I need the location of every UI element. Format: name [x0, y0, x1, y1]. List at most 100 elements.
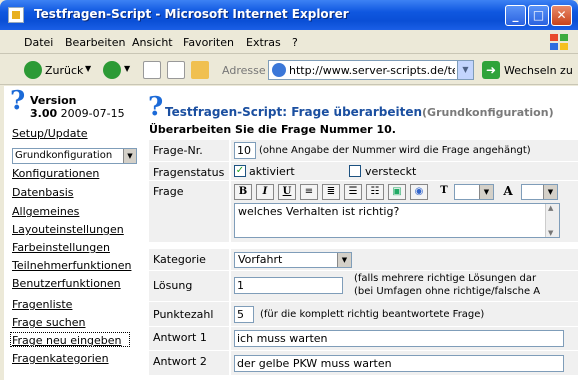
- setup-update-link[interactable]: Setup/Update: [12, 127, 88, 140]
- sidebar-link-benutzerfunktionen[interactable]: Benutzerfunktionen: [12, 277, 121, 290]
- sidebar-link-allgemeines[interactable]: Allgemeines: [12, 205, 79, 218]
- page-title-sub: (Grundkonfiguration): [422, 106, 554, 119]
- chevron-down-icon[interactable]: ▼: [479, 185, 493, 199]
- fragenstatus-label: Fragenstatus: [149, 162, 229, 181]
- forward-dropdown-icon[interactable]: ▼: [124, 64, 130, 73]
- text-color-icon[interactable]: T: [435, 184, 453, 200]
- bold-button[interactable]: B: [234, 184, 252, 200]
- italic-button[interactable]: I: [256, 184, 274, 200]
- chevron-down-icon[interactable]: ▼: [123, 149, 136, 163]
- version-number: 3.00 2009-07-15: [30, 107, 125, 120]
- close-button[interactable]: ✕: [551, 5, 572, 26]
- aktiviert-checkbox[interactable]: ✓: [234, 165, 246, 177]
- bullet-list-icon[interactable]: ☰: [344, 184, 362, 200]
- ie-page-icon: [8, 7, 24, 23]
- frage-text: welches Verhalten ist richtig?: [238, 205, 400, 218]
- image-icon[interactable]: ▣: [388, 184, 406, 200]
- menubar: Datei Bearbeiten Ansicht Favoriten Extra…: [0, 30, 578, 54]
- punktezahl-input[interactable]: 5: [234, 306, 254, 323]
- page-title: Testfragen-Script: Frage überarbeiten(Gr…: [165, 105, 554, 119]
- maximize-button[interactable]: □: [528, 5, 549, 26]
- address-dropdown-icon[interactable]: ▼: [457, 61, 473, 79]
- loesung-input[interactable]: 1: [234, 277, 343, 294]
- address-label: Adresse: [222, 64, 266, 77]
- sidebar-link-konfigurationen[interactable]: Konfigurationen: [12, 167, 99, 180]
- back-dropdown-icon[interactable]: ▼: [85, 64, 91, 73]
- row-frage-nr: Frage-Nr. 10 (ohne Angabe der Nummer wir…: [149, 140, 578, 162]
- row-antwort-2: Antwort 2 der gelbe PKW muss warten: [149, 351, 578, 376]
- align-center-icon[interactable]: ≡: [300, 184, 318, 200]
- link-globe-icon[interactable]: ◉: [410, 184, 428, 200]
- menu-favoriten[interactable]: Favoriten: [183, 36, 234, 49]
- sidebar-link-frage-suchen[interactable]: Frage suchen: [12, 316, 86, 329]
- help-question-icon: ?: [148, 92, 164, 122]
- help-question-icon: ?: [10, 86, 26, 116]
- refresh-icon[interactable]: [167, 61, 185, 79]
- row-frage: Frage B I U ≡ ≣ ☰ ☷ ▣ ◉ T ▼ A ▼ welches …: [149, 181, 578, 243]
- ie-icon: [272, 63, 286, 77]
- kategorie-value: Vorfahrt: [238, 253, 283, 266]
- go-button-label[interactable]: Wechseln zu: [504, 64, 573, 77]
- versteckt-label: versteckt: [365, 165, 417, 178]
- row-fragenstatus: Fragenstatus ✓ aktiviert versteckt: [149, 162, 578, 181]
- window-titlebar: Testfragen-Script - Microsoft Internet E…: [0, 0, 578, 30]
- minimize-button[interactable]: _: [505, 5, 526, 26]
- kategorie-select[interactable]: Vorfahrt ▼: [234, 252, 352, 268]
- font-size-icon[interactable]: A: [499, 184, 517, 200]
- sidebar-link-fragenkategorien[interactable]: Fragenkategorien: [12, 352, 109, 365]
- frage-nr-label: Frage-Nr.: [149, 140, 229, 162]
- forward-arrow-icon[interactable]: [103, 61, 121, 79]
- window-title: Testfragen-Script - Microsoft Internet E…: [34, 7, 349, 21]
- back-arrow-icon[interactable]: [24, 61, 42, 79]
- config-select-value: Grundkonfiguration: [15, 150, 113, 161]
- antwort1-input[interactable]: ich muss warten: [234, 330, 564, 347]
- antwort1-label: Antwort 1: [149, 327, 229, 351]
- loesung-label: Lösung: [149, 271, 229, 302]
- stop-icon[interactable]: [143, 61, 161, 79]
- loesung-hint-2: (bei Umfagen ohne richtige/falsche A: [354, 286, 541, 297]
- address-url[interactable]: http://www.server-scripts.de/te: [289, 64, 455, 77]
- underline-button[interactable]: U: [278, 184, 296, 200]
- font-size-select[interactable]: ▼: [521, 184, 558, 200]
- sidebar-link-datenbasis[interactable]: Datenbasis: [12, 186, 74, 199]
- menu-extras[interactable]: Extras: [246, 36, 281, 49]
- textarea-scrollbar[interactable]: [545, 204, 559, 237]
- menu-ansicht[interactable]: Ansicht: [132, 36, 173, 49]
- address-bar[interactable]: http://www.server-scripts.de/te ▼: [268, 60, 474, 80]
- chevron-down-icon[interactable]: ▼: [543, 185, 557, 199]
- sidebar-link-layouteinstellungen[interactable]: Layouteinstellungen: [12, 223, 124, 236]
- sidebar-link-teilnehmerfunktionen[interactable]: Teilnehmerfunktionen: [12, 259, 131, 272]
- frage-textarea[interactable]: welches Verhalten ist richtig?: [234, 203, 560, 238]
- punktezahl-hint: (für die komplett richtig beantwortete F…: [260, 309, 485, 320]
- chevron-down-icon[interactable]: ▼: [337, 253, 351, 267]
- frage-label: Frage: [149, 181, 229, 243]
- frage-nr-hint: (ohne Angabe der Nummer wird die Frage a…: [259, 145, 531, 156]
- config-select[interactable]: Grundkonfiguration ▼: [12, 148, 137, 164]
- back-button-label[interactable]: Zurück: [45, 64, 83, 77]
- row-punktezahl: Punktezahl 5 (für die komplett richtig b…: [149, 302, 578, 327]
- go-arrow-icon[interactable]: ➜: [482, 61, 500, 79]
- kategorie-label: Kategorie: [149, 249, 229, 271]
- align-justify-icon[interactable]: ≣: [322, 184, 340, 200]
- version-label: Version: [30, 94, 77, 107]
- menu-bearbeiten[interactable]: Bearbeiten: [65, 36, 125, 49]
- font-select[interactable]: ▼: [454, 184, 494, 200]
- sidebar-link-frage-neu[interactable]: Frage neu eingeben: [12, 334, 122, 347]
- sidebar: ? Version 3.00 2009-07-15 Setup/Update G…: [4, 86, 142, 380]
- versteckt-checkbox[interactable]: [349, 165, 361, 177]
- home-icon[interactable]: [191, 61, 209, 79]
- row-antwort-1: Antwort 1 ich muss warten: [149, 327, 578, 351]
- sidebar-link-farbeinstellungen[interactable]: Farbeinstellungen: [12, 241, 110, 254]
- toolbar: Zurück ▼ ▼ Adresse http://www.server-scr…: [0, 55, 578, 85]
- antwort2-input[interactable]: der gelbe PKW muss warten: [234, 355, 564, 372]
- numbered-list-icon[interactable]: ☷: [366, 184, 384, 200]
- sidebar-link-fragenliste[interactable]: Fragenliste: [12, 298, 72, 311]
- loesung-hint-1: (falls mehrere richtige Lösungen dar: [354, 273, 537, 284]
- antwort2-label: Antwort 2: [149, 351, 229, 376]
- menu-datei[interactable]: Datei: [24, 36, 53, 49]
- menu-help[interactable]: ?: [292, 36, 298, 49]
- row-loesung: Lösung 1 (falls mehrere richtige Lösunge…: [149, 271, 578, 302]
- windows-logo-icon: [550, 34, 568, 50]
- frage-nr-input[interactable]: 10: [234, 142, 256, 159]
- punktezahl-label: Punktezahl: [149, 302, 229, 327]
